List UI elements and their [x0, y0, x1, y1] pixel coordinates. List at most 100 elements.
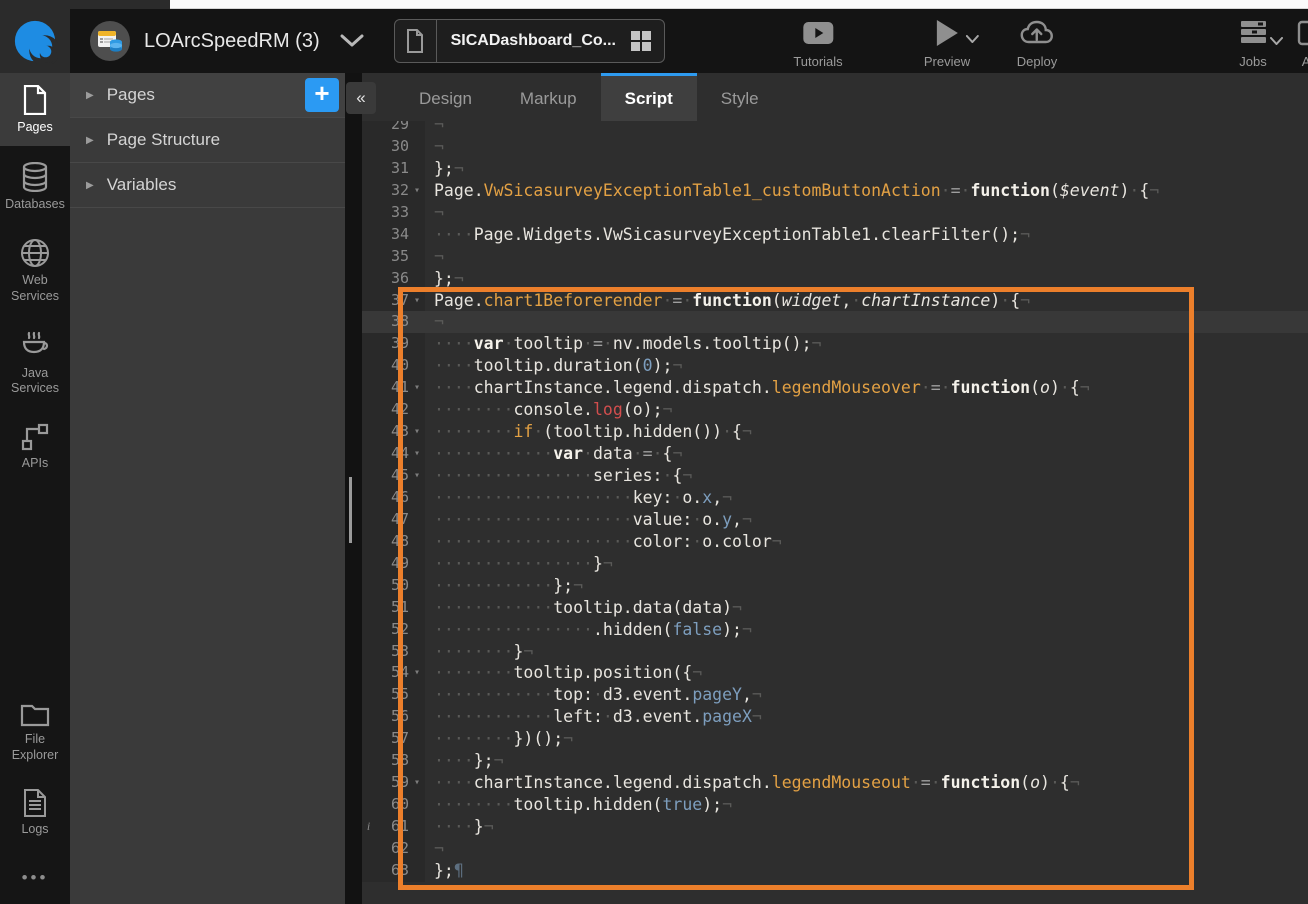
tab-design[interactable]: Design [395, 73, 496, 121]
code-line[interactable]: 55············top:·d3.event.pageY,¬ [362, 684, 1308, 706]
fold-arrow-icon[interactable]: ▾ [409, 377, 425, 399]
code-line[interactable]: 48····················color:·o.color¬ [362, 531, 1308, 553]
sidebar-item-apis[interactable]: APIs [0, 411, 70, 482]
chevron-down-icon[interactable] [340, 34, 364, 48]
sidebar-item-file-explorer[interactable]: File Explorer [0, 691, 70, 773]
sidebar-item-logs[interactable]: Logs [0, 777, 70, 848]
line-gutter[interactable]: 60 [362, 794, 425, 816]
code-line[interactable]: 30¬ [362, 136, 1308, 158]
deploy-button[interactable]: Deploy [1017, 19, 1057, 69]
code-line[interactable]: 33¬ [362, 202, 1308, 224]
line-gutter[interactable]: 39 [362, 333, 425, 355]
line-gutter[interactable]: 46 [362, 487, 425, 509]
fold-arrow-icon[interactable]: ▾ [409, 662, 425, 684]
panel-section-pages[interactable]: ▶ Pages + [70, 73, 345, 118]
preview-button[interactable]: Preview [924, 19, 970, 69]
line-gutter[interactable]: 53 [362, 641, 425, 663]
code-line[interactable]: 42········console.log(o);¬ [362, 399, 1308, 421]
line-gutter[interactable]: 38 [362, 311, 425, 333]
expand-triangle-icon[interactable]: ▶ [86, 180, 94, 191]
panel-section-page-structure[interactable]: ▶ Page Structure [70, 118, 345, 163]
line-gutter[interactable]: 50 [362, 575, 425, 597]
line-gutter[interactable]: 43▾ [362, 421, 425, 443]
artifacts-button[interactable]: Art [1297, 19, 1308, 69]
line-gutter[interactable]: 32▾ [362, 180, 425, 202]
code-line[interactable]: 49················}¬ [362, 553, 1308, 575]
code-line[interactable]: 45▾················series:·{¬ [362, 465, 1308, 487]
tab-script[interactable]: Script [601, 73, 697, 121]
line-gutter[interactable]: 52 [362, 619, 425, 641]
line-gutter[interactable]: 51 [362, 597, 425, 619]
line-gutter[interactable]: 41▾ [362, 377, 425, 399]
code-line[interactable]: 58····};¬ [362, 750, 1308, 772]
tab-style[interactable]: Style [697, 73, 783, 121]
fold-arrow-icon[interactable]: ▾ [409, 290, 425, 312]
code-line[interactable]: 62¬ [362, 838, 1308, 860]
line-gutter[interactable]: 37▾ [362, 290, 425, 312]
preview-chevron-icon[interactable] [966, 35, 979, 43]
line-gutter[interactable]: 40 [362, 355, 425, 377]
jobs-chevron-icon[interactable] [1270, 37, 1283, 45]
code-line[interactable]: 43▾········if·(tooltip.hidden())·{¬ [362, 421, 1308, 443]
wavemaker-logo[interactable] [0, 9, 70, 73]
code-line[interactable]: 47····················value:·o.y,¬ [362, 509, 1308, 531]
line-gutter[interactable]: 63 [362, 860, 425, 882]
code-line[interactable]: 56············left:·d3.event.pageX¬ [362, 706, 1308, 728]
fold-arrow-icon[interactable]: ▾ [409, 421, 425, 443]
sidebar-item-web-services[interactable]: Web Services [0, 226, 70, 314]
code-line[interactable]: 46····················key:·o.x,¬ [362, 487, 1308, 509]
line-gutter[interactable]: 56 [362, 706, 425, 728]
code-line[interactable]: 40····tooltip.duration(0);¬ [362, 355, 1308, 377]
code-line[interactable]: 36};¬ [362, 268, 1308, 290]
code-line[interactable]: 44▾············var·data·=·{¬ [362, 443, 1308, 465]
tab-markup[interactable]: Markup [496, 73, 601, 121]
code-line[interactable]: 39····var·tooltip·=·nv.models.tooltip();… [362, 333, 1308, 355]
code-line[interactable]: 37▾Page.chart1Beforerender·=·function(wi… [362, 290, 1308, 312]
sidebar-more-button[interactable]: ••• [0, 852, 70, 904]
grid-icon[interactable] [630, 30, 652, 52]
line-gutter[interactable]: 42 [362, 399, 425, 421]
line-gutter[interactable]: 62 [362, 838, 425, 860]
fold-arrow-icon[interactable]: ▾ [409, 443, 425, 465]
line-gutter[interactable]: 31 [362, 158, 425, 180]
code-line[interactable]: 34····Page.Widgets.VwSicasurveyException… [362, 224, 1308, 246]
add-page-button[interactable]: + [305, 78, 339, 112]
line-gutter[interactable]: 48 [362, 531, 425, 553]
sidebar-item-pages[interactable]: Pages [0, 73, 70, 146]
code-line[interactable]: 38¬ [362, 311, 1308, 333]
code-line[interactable]: 53········}¬ [362, 641, 1308, 663]
code-line[interactable]: 63};¶ [362, 860, 1308, 882]
jobs-button[interactable]: Jobs [1239, 19, 1267, 69]
line-gutter[interactable]: 59▾ [362, 772, 425, 794]
code-line[interactable]: 32▾Page.VwSicasurveyExceptionTable1_cust… [362, 180, 1308, 202]
page-tab[interactable]: SICADashboard_Co... [394, 19, 665, 63]
line-gutter[interactable]: 49 [362, 553, 425, 575]
vertical-scrollbar[interactable] [349, 477, 352, 543]
line-gutter[interactable]: 36 [362, 268, 425, 290]
tutorials-button[interactable]: Tutorials [793, 19, 842, 69]
line-gutter[interactable]: 44▾ [362, 443, 425, 465]
fold-arrow-icon[interactable]: ▾ [409, 180, 425, 202]
code-line[interactable]: i61····}¬ [362, 816, 1308, 838]
code-line[interactable]: 60········tooltip.hidden(true);¬ [362, 794, 1308, 816]
line-gutter[interactable]: 35 [362, 246, 425, 268]
code-line[interactable]: 59▾····chartInstance.legend.dispatch.leg… [362, 772, 1308, 794]
code-line[interactable]: 50············};¬ [362, 575, 1308, 597]
code-line[interactable]: 57········})();¬ [362, 728, 1308, 750]
panel-section-variables[interactable]: ▶ Variables [70, 163, 345, 208]
expand-triangle-icon[interactable]: ▶ [86, 135, 94, 146]
line-gutter[interactable]: 45▾ [362, 465, 425, 487]
line-gutter[interactable]: 57 [362, 728, 425, 750]
line-gutter[interactable]: 47 [362, 509, 425, 531]
line-gutter[interactable]: i61 [362, 816, 425, 838]
line-gutter[interactable]: 54▾ [362, 662, 425, 684]
code-line[interactable]: 54▾········tooltip.position({¬ [362, 662, 1308, 684]
sidebar-item-databases[interactable]: Databases [0, 150, 70, 223]
code-line[interactable]: 35¬ [362, 246, 1308, 268]
fold-arrow-icon[interactable]: ▾ [409, 772, 425, 794]
line-gutter[interactable]: 55 [362, 684, 425, 706]
project-selector[interactable]: LOArcSpeedRM (3) [90, 21, 364, 61]
line-gutter[interactable]: 58 [362, 750, 425, 772]
collapse-panel-button[interactable]: « [346, 82, 376, 114]
code-line[interactable]: 52················.hidden(false);¬ [362, 619, 1308, 641]
